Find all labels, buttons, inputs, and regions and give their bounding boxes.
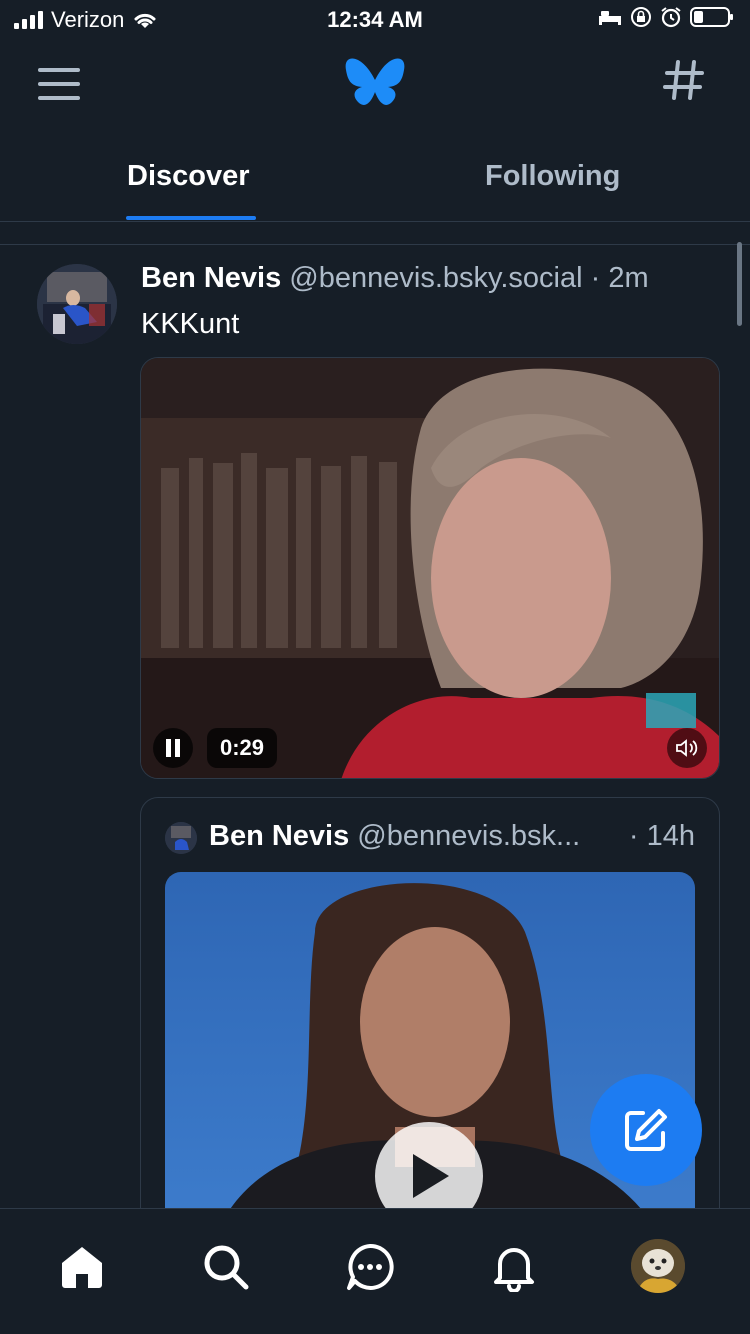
- video-frame: [141, 358, 719, 778]
- quote-header: Ben Nevis @bennevis.bsk...: [209, 820, 580, 853]
- hash-icon[interactable]: [662, 58, 706, 102]
- quote-time: · 14h: [628, 820, 695, 852]
- search-icon: [204, 1245, 249, 1290]
- rotation-lock-icon: [631, 7, 651, 27]
- nav-chat[interactable]: [342, 1239, 398, 1295]
- tab-following[interactable]: Following: [485, 160, 620, 193]
- play-icon: [413, 1154, 449, 1198]
- quote-author-handle[interactable]: @bennevis.bsk...: [357, 820, 580, 852]
- quote-video[interactable]: [165, 872, 695, 1256]
- feed-tabs: Discover Following: [0, 130, 750, 222]
- video-player[interactable]: 0:29: [140, 357, 720, 779]
- mute-button[interactable]: [667, 728, 707, 768]
- avatar-image: [37, 264, 117, 344]
- post-text: KKKunt: [141, 308, 240, 340]
- quote-avatar-image: [165, 822, 197, 854]
- butterfly-logo[interactable]: [344, 56, 406, 112]
- nav-home[interactable]: [54, 1239, 110, 1295]
- bell-icon: [494, 1248, 534, 1292]
- menu-icon[interactable]: [38, 68, 80, 100]
- top-bar: [0, 40, 750, 130]
- nav-profile-avatar[interactable]: [631, 1239, 685, 1293]
- bed-icon: [599, 11, 621, 25]
- scrollbar[interactable]: [737, 242, 742, 326]
- tab-discover[interactable]: Discover: [127, 160, 250, 193]
- avatar[interactable]: [37, 264, 117, 344]
- alarm-icon: [661, 7, 681, 28]
- post-header: Ben Nevis @bennevis.bsky.social · 2m: [141, 262, 649, 295]
- status-right: [598, 6, 734, 28]
- feed-divider: [0, 244, 750, 245]
- nav-notifications[interactable]: [486, 1239, 542, 1295]
- author-handle[interactable]: @bennevis.bsky.social: [289, 262, 582, 294]
- volume-icon: [676, 739, 698, 757]
- compose-button[interactable]: [590, 1074, 702, 1186]
- chat-icon: [347, 1243, 394, 1290]
- quote-author-name[interactable]: Ben Nevis: [209, 820, 349, 852]
- battery-icon: [690, 7, 733, 27]
- post-time: · 2m: [590, 262, 649, 294]
- bottom-nav: [0, 1208, 750, 1334]
- home-icon: [62, 1247, 102, 1288]
- quoted-post[interactable]: Ben Nevis @bennevis.bsk... · 14h: [140, 797, 720, 1257]
- status-bar: Verizon 12:34 AM: [0, 0, 750, 40]
- active-tab-indicator: [126, 216, 256, 220]
- pause-icon: [166, 739, 180, 757]
- pause-button[interactable]: [153, 728, 193, 768]
- video-timestamp: 0:29: [207, 728, 278, 768]
- nav-search[interactable]: [198, 1239, 254, 1295]
- compose-icon: [625, 1109, 667, 1151]
- profile-avatar-image: [631, 1239, 685, 1293]
- quote-avatar[interactable]: [165, 822, 197, 854]
- author-name[interactable]: Ben Nevis: [141, 262, 281, 294]
